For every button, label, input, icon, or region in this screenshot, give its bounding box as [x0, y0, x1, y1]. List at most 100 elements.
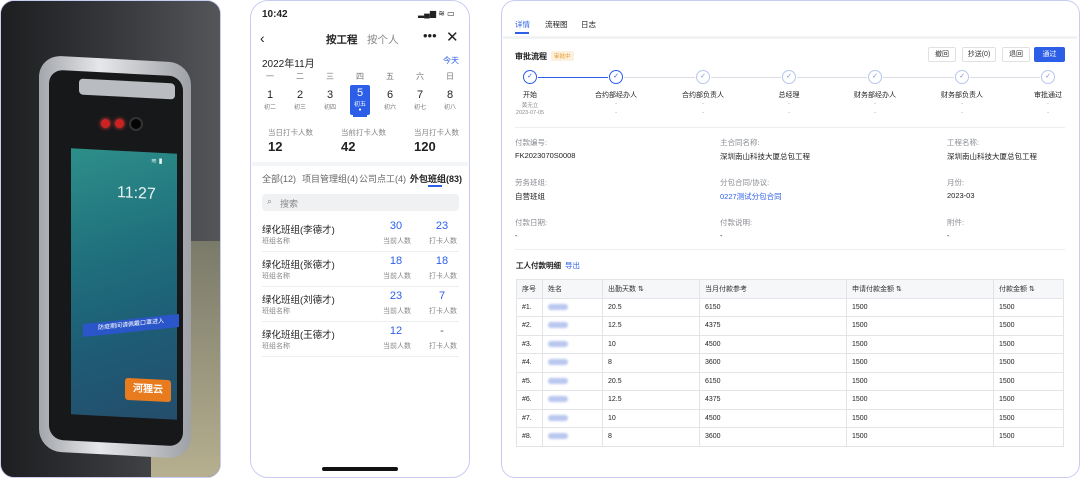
tab-details[interactable]: 详情 [515, 19, 530, 30]
calendar-day[interactable]: 三 3 初四 [320, 71, 340, 111]
status-time: 10:42 [262, 9, 288, 20]
contract-link[interactable]: 0227测试分包合同 [720, 191, 782, 202]
cell-index: #6. [516, 390, 543, 410]
current-count-label: 当前人数 [383, 238, 411, 245]
status-icons: ▂▄▆ ≋ ▭ [418, 9, 455, 18]
cell-name[interactable] [542, 408, 603, 428]
cell-pay-amount: 1500 [993, 316, 1064, 336]
search-placeholder: 搜索 [280, 199, 299, 209]
cell-reference: 6150 [699, 371, 847, 391]
calendar-day[interactable]: 二 2 初三 [290, 71, 310, 111]
active-tab-indicator [428, 185, 442, 187]
cell-pay-amount: 1500 [993, 353, 1064, 373]
approve-button[interactable]: 通过 [1034, 47, 1065, 62]
cell-name[interactable] [542, 353, 603, 373]
step-check-icon: ✓ [609, 70, 623, 84]
cell-name[interactable] [542, 371, 603, 391]
cell-request-amount: 1500 [846, 316, 994, 336]
dot-icon: ● [358, 107, 362, 113]
calendar-day[interactable]: 五 6 初六 [380, 71, 400, 111]
col-request-amount[interactable]: 申请付款金额 ⇅ [846, 279, 994, 299]
tab-flowchart[interactable]: 流程图 [545, 19, 568, 30]
cell-name[interactable] [542, 390, 603, 410]
current-count-label: 当前人数 [383, 308, 411, 315]
current-count-label: 当前人数 [383, 343, 411, 350]
row-divider [262, 321, 459, 322]
cell-reference: 4500 [699, 408, 847, 428]
tab-by-person[interactable]: 按个人 [367, 32, 399, 47]
device-photo: ≋ ▮ 11:27 防疫期间请佩戴口罩进入 河狸云 [0, 0, 221, 478]
cell-days: 10 [602, 408, 700, 428]
field-label: 付款编号: [515, 138, 548, 147]
cell-days: 8 [602, 427, 700, 447]
withdraw-button[interactable]: 撤回 [928, 47, 956, 62]
cell-name[interactable] [542, 297, 603, 317]
col-index: 序号 [516, 279, 543, 299]
field-value: 深圳南山科技大厦总包工程 [947, 152, 1037, 161]
group-name[interactable]: 绿化班组(李德才) [262, 222, 335, 236]
brand-logo: 河狸云 [125, 377, 171, 403]
home-indicator [322, 467, 398, 471]
cell-name[interactable] [542, 316, 603, 336]
cell-days: 12.5 [602, 390, 700, 410]
export-link[interactable]: 导出 [565, 260, 580, 271]
weekday-label: 五 [386, 72, 394, 81]
return-button[interactable]: 退回 [1002, 47, 1030, 62]
cell-name[interactable] [542, 334, 603, 354]
field-label: 劳务班组: [515, 178, 548, 187]
step-date: - [788, 110, 790, 116]
checkin-count-label: 打卡人数 [429, 238, 457, 245]
tab-company-workers[interactable]: 公司点工(4) [359, 172, 406, 185]
calendar-day[interactable]: 一 1 初二 [260, 71, 280, 111]
tab-outsourced[interactable]: 外包班组(83) [410, 172, 462, 185]
selected-day-box: 5 初五 ● [350, 85, 370, 115]
step-check-icon: ✓ [696, 70, 710, 84]
back-icon[interactable]: ‹ [260, 30, 265, 46]
checkin-count: 23 [435, 220, 449, 232]
step-person: - [961, 101, 963, 107]
step-name: 审批通过 [1034, 92, 1062, 99]
step-date: 2023-07-05 [515, 110, 545, 116]
current-count-label: 当前人数 [383, 273, 411, 280]
tab-by-project[interactable]: 按工程 [326, 32, 358, 47]
current-count: 23 [389, 290, 403, 302]
cell-reference: 6150 [699, 297, 847, 317]
group-name[interactable]: 绿化班组(张德才) [262, 257, 335, 271]
table-row: #3. 10 4500 1500 1500 [516, 334, 1064, 354]
group-name[interactable]: 绿化班组(刘德才) [262, 292, 335, 306]
cc-button[interactable]: 抄送(0) [962, 47, 996, 62]
col-pay-amount[interactable]: 付款金额 ⇅ [993, 279, 1064, 299]
cell-reference: 4375 [699, 390, 847, 410]
step-name: 开始 [523, 92, 537, 99]
redacted-name [548, 322, 568, 329]
cell-index: #5. [516, 371, 543, 391]
stat-value: 120 [414, 139, 436, 154]
tab-all[interactable]: 全部(12) [262, 172, 296, 185]
today-button[interactable]: 今天 [443, 55, 459, 66]
weekday-label: 二 [296, 72, 304, 81]
group-name[interactable]: 绿化班组(王德才) [262, 327, 335, 341]
table-row: #6. 12.5 4375 1500 1500 [516, 390, 1064, 410]
more-icon[interactable]: ••• [423, 28, 437, 43]
col-reference: 当月付款参考 [699, 279, 847, 299]
day-number: 7 [416, 89, 424, 101]
cell-name[interactable] [542, 427, 603, 447]
redacted-name [548, 340, 568, 347]
field-value: - [720, 231, 723, 240]
tab-log[interactable]: 日志 [581, 19, 596, 30]
cell-request-amount: 1500 [846, 371, 994, 391]
step-check-icon: ✓ [523, 70, 537, 84]
current-count: 18 [389, 255, 403, 267]
tab-management[interactable]: 项目管理组(4) [302, 172, 358, 185]
infrared-led [101, 119, 110, 128]
calendar-day[interactable]: 四 5 初五 ● [350, 71, 370, 115]
current-count: 12 [389, 325, 403, 337]
close-icon[interactable]: ✕ [446, 28, 459, 46]
calendar-day[interactable]: 六 7 初七 [410, 71, 430, 111]
col-days[interactable]: 出勤天数 ⇅ [602, 279, 700, 299]
checkin-count-label: 打卡人数 [429, 273, 457, 280]
checkin-count-label: 打卡人数 [429, 308, 457, 315]
redacted-name [548, 359, 568, 366]
cell-reference: 4500 [699, 334, 847, 354]
calendar-day[interactable]: 日 8 初八 [440, 71, 460, 111]
